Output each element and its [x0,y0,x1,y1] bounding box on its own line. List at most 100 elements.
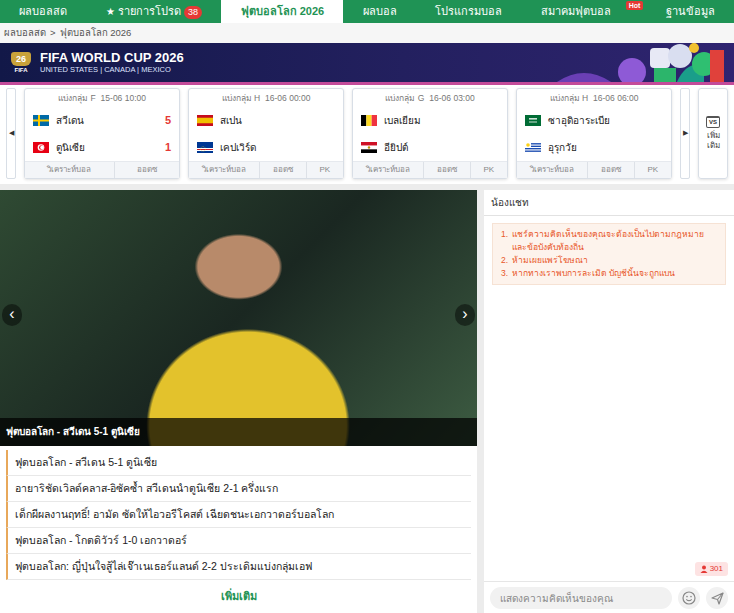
count-badge: 38 [184,6,202,19]
more-matches-button[interactable]: VSเพิ่มเติม [698,88,728,179]
flag-icon [525,115,541,126]
nav-tab[interactable]: โปรแกรมบอล [416,0,522,23]
logo-number: 26 [11,52,31,66]
match-link[interactable]: วิเคราะห์บอล [353,162,423,178]
flag-icon [33,142,49,153]
flag-icon [33,115,49,126]
match-link[interactable]: ออดซ [587,162,634,178]
match-header: แบ่งกลุ่ม H16-06 06:00 [517,89,671,107]
match-group: แบ่งกลุ่ม H [550,93,589,103]
match-links: วิเคราะห์บอลออดซPK [353,161,507,178]
chat-input-row [484,581,734,613]
team-row: เบลเยียม [353,107,507,134]
breadcrumb-item[interactable]: ผลบอลสด [4,27,46,38]
match-link[interactable]: ออดซ [114,162,180,178]
match-card[interactable]: แบ่งกลุ่ม F15-06 10:00 สวีเดน 5 ตูนิเซีย1วิ… [24,88,180,179]
chat-rules: 1.แชร์ความคิดเห็นของคุณจะต้องเป็นไปตามกฎ… [492,223,726,285]
send-button[interactable] [706,587,728,609]
match-link[interactable]: PK [634,162,671,178]
banner-text: FIFA WORLD CUP 2026UNITED STATES | CANAD… [40,50,184,75]
nav-tab[interactable]: สมาคมฟุตบอลHot [522,0,647,23]
flag-icon [197,142,213,153]
online-number: 301 [710,563,723,575]
match-link[interactable]: ออดซ [259,162,306,178]
news-item[interactable]: ฟุตบอลโลก: ญี่ปุ่นใจสู้ไล่เจ๊าเนเธอร์แลน… [6,554,471,580]
flag-icon [361,142,377,153]
match-link[interactable]: PK [470,162,507,178]
more-news-link[interactable]: เพิ่มเติม [0,580,477,613]
person-icon [700,565,708,573]
team-name: สเปน [220,113,242,128]
fifa-logo: 26FIFA [10,52,32,74]
breadcrumb-item[interactable]: ฟุตบอลโลก 2026 [60,27,132,38]
nav-tab[interactable]: ฐานข้อมูล [646,0,734,23]
match-card[interactable]: แบ่งกลุ่ม G16-06 03:00เบลเยียมอียิปต์วิเ… [352,88,508,179]
team-name: เคปเวิร์ด [220,140,256,155]
star-icon: ★ [106,6,115,17]
chat-title: น้องแชท [484,190,734,216]
match-links: วิเคราะห์บอลออดซPK [517,161,671,178]
match-group: แบ่งกลุ่ม H [222,93,261,103]
team-name: สวีเดน [56,113,84,128]
breadcrumb-bar: ผลบอลสด>ฟุตบอลโลก 2026 [0,23,734,43]
tab-label: ผลบอลสด [19,5,67,17]
match-header: แบ่งกลุ่ม F15-06 10:00 [25,89,179,107]
match-link[interactable]: วิเคราะห์บอล [517,162,587,178]
news-list: ฟุตบอลโลก - สวีเดน 5-1 ตูนิเซียอายาริชัด… [0,446,477,580]
slider-next[interactable]: › [455,304,475,326]
news-item[interactable]: เด็กผีผลงานฤทธิ์! อามัด ซัดให้ไอวอรีโคสต… [6,502,471,528]
match-link[interactable]: ออดซ [423,162,470,178]
match-strip: ◀แบ่งกลุ่ม F15-06 10:00สวีเดน5ตูนิเซีย1ว… [0,85,734,184]
slider-prev[interactable]: ‹ [2,304,22,326]
chat-input[interactable] [490,587,672,609]
flag-icon [197,115,213,126]
send-icon [711,592,724,605]
flag-icon [525,142,541,153]
chat-rule: 1.แชร์ความคิดเห็นของคุณจะต้องเป็นไปตามกฎ… [501,228,717,254]
smiley-icon [682,591,696,605]
news-item[interactable]: อายาริชัดเวิลด์คลาส-อิซัคซ้ำ สวีเดนนำตูน… [6,476,471,502]
tab-label: สมาคมฟุตบอล [541,5,611,17]
chat-panel: น้องแชท 1.แชร์ความคิดเห็นของคุณจะต้องเป็น… [484,190,734,613]
team-name: เบลเยียม [384,113,421,128]
news-column: ‹›ฟุตบอลโลก - สวีเดน 5-1 ตูนิเซียฟุตบอลโ… [0,190,477,613]
rule-number: 3. [501,267,508,280]
nav-tab[interactable]: ผลบอลสด [0,0,87,23]
match-card[interactable]: แบ่งกลุ่ม H16-06 06:00ซาอุดิอาระเบียอุรุ… [516,88,672,179]
banner-subtitle: UNITED STATES | CANADA | MEXICO [40,65,184,75]
news-slider[interactable]: ‹ › ฟุตบอลโลก - สวีเดน 5-1 ตูนิเซีย [0,190,477,446]
match-links: วิเคราะห์บอลออดซPK [189,161,343,178]
rule-text: หากทางเราพบการละเมิด บัญชีนั้นจะถูกแบน [512,267,675,280]
team-row: สวีเดน 5 [25,107,179,134]
team-score: 5 [165,112,171,129]
more-label: เพิ่มเติม [702,131,724,151]
team-row: ตูนิเซีย1 [25,134,179,161]
logo-label: FIFA [15,66,28,74]
team-name: ตูนิเซีย [56,140,85,155]
chat-rule: 3. หากทางเราพบการละเมิด บัญชีนั้นจะถูกแบน [501,267,717,280]
news-item[interactable]: ฟุตบอลโลก - สวีเดน 5-1 ตูนิเซีย [6,450,471,476]
slider-caption[interactable]: ฟุตบอลโลก - สวีเดน 5-1 ตูนิเซีย [0,418,477,446]
tab-label: รายการโปรด [118,5,181,17]
match-link[interactable]: วิเคราะห์บอล [189,162,259,178]
prev-arrow[interactable]: ◀ [6,88,16,179]
team-row: ซาอุดิอาระเบีย [517,107,671,134]
team-name: อียิปต์ [384,140,408,155]
world-cup-banner: 26FIFA FIFA WORLD CUP 2026UNITED STATES |… [0,43,734,85]
chat-messages [484,292,734,562]
next-arrow[interactable]: ▶ [680,88,690,179]
nav-tab[interactable]: ผลบอล [343,0,416,23]
nav-tab[interactable]: ฟุตบอลโลก 2026 [221,0,343,23]
emoji-button[interactable] [678,587,700,609]
match-group: แบ่งกลุ่ม G [385,93,424,103]
rule-number: 1. [501,228,508,254]
main-nav: ผลบอลสด ★รายการโปรด38 ฟุตบอลโลก 2026 ผลบอลโ… [0,0,734,23]
news-item[interactable]: ฟุตบอลโลก - โกตดิวัวร์ 1-0 เอกวาดอร์ [6,528,471,554]
team-row: อียิปต์ [353,134,507,161]
match-link[interactable]: PK [306,162,343,178]
match-card[interactable]: แบ่งกลุ่ม H16-06 00:00สเปนเคปเวิร์ดวิเคร… [188,88,344,179]
nav-tab[interactable]: ★รายการโปรด38 [87,0,222,23]
match-link[interactable]: วิเคราะห์บอล [25,162,114,178]
team-name: อุรุกวัย [548,140,577,155]
tab-label: ฟุตบอลโลก 2026 [241,5,325,17]
